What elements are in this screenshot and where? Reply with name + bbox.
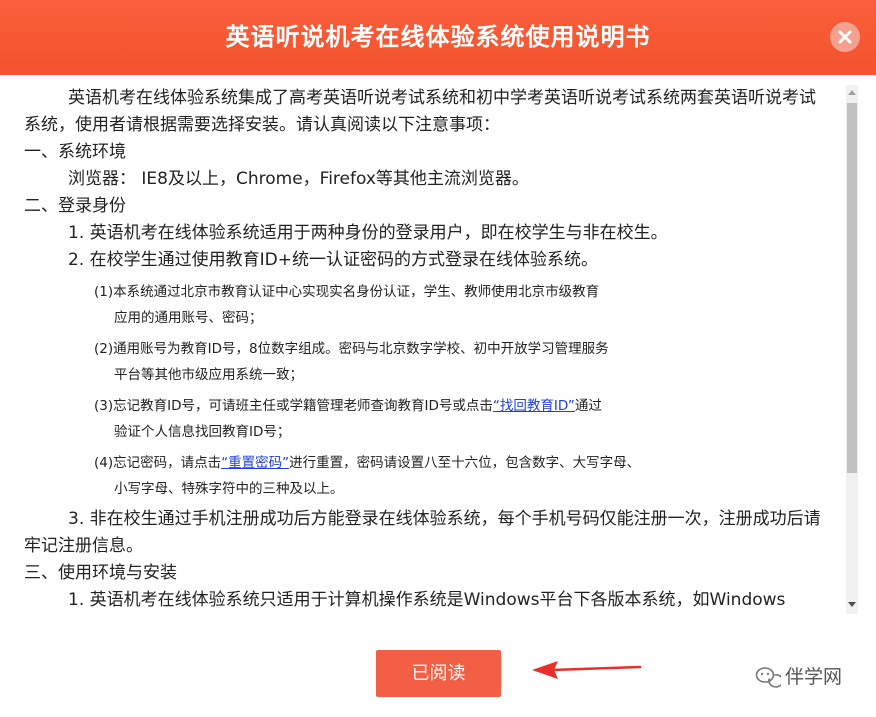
- sub-item-3-post: 通过: [574, 398, 602, 414]
- find-education-id-link[interactable]: “找回教育ID”: [493, 398, 575, 414]
- left-arrow-annotation-icon: [532, 661, 642, 679]
- sub-item-1-line2: 应用的通用账号、密码；: [114, 310, 263, 326]
- wechat-icon: [755, 667, 781, 688]
- sub-item-3-line2: 验证个人信息找回教育ID号；: [114, 424, 291, 440]
- sub-item-2-line1: (2)通用账号为教育ID号，8位数字组成。密码与北京数字学校、初中开放学习管理服…: [94, 341, 609, 357]
- read-confirm-button[interactable]: 已阅读: [376, 650, 501, 697]
- sub-item-3: (3)忘记教育ID号，可请班主任或学籍管理老师查询教育ID号或点击“找回教育ID…: [24, 388, 829, 445]
- sub-item-4-pre: (4)忘记密码，请点击: [94, 455, 222, 471]
- sub-item-1: (1)本系统通过北京市教育认证中心实现实名身份认证，学生、教师使用北京市级教育 …: [24, 274, 829, 331]
- sub-item-4: (4)忘记密码，请点击“重置密码”进行重置，密码请设置八至十六位，包含数字、大写…: [24, 445, 829, 502]
- watermark-text: 伴学网: [785, 666, 843, 688]
- login-item-3: 3. 非在校生通过手机注册成功后方能登录在线体验系统，每个手机号码仅能注册一次，…: [24, 509, 821, 556]
- scrollbar-thumb[interactable]: [847, 103, 857, 473]
- section-heading-install: 三、使用环境与安装: [24, 563, 177, 583]
- close-button[interactable]: [830, 22, 860, 52]
- sub-item-2: (2)通用账号为教育ID号，8位数字组成。密码与北京数字学校、初中开放学习管理服…: [24, 331, 829, 388]
- login-item-2: 2. 在校学生通过使用教育ID+统一认证密码的方式登录在线体验系统。: [68, 250, 598, 270]
- login-item-1: 1. 英语机考在线体验系统适用于两种身份的登录用户，即在校学生与非在校生。: [68, 223, 668, 243]
- install-item-1: 1. 英语机考在线体验系统只适用于计算机操作系统是Windows平台下各版本系统…: [68, 590, 786, 610]
- sub-item-4-post: 进行重置，密码请设置八至十六位，包含数字、大写字母、: [289, 455, 641, 471]
- sub-item-1-line1: (1)本系统通过北京市教育认证中心实现实名身份认证，学生、教师使用北京市级教育: [94, 284, 600, 300]
- dialog-header: 英语听说机考在线体验系统使用说明书: [0, 0, 876, 75]
- intro-paragraph: 英语机考在线体验系统集成了高考英语听说考试系统和初中学考英语听说考试系统两套英语…: [24, 88, 816, 135]
- instructions-text[interactable]: 英语机考在线体验系统集成了高考英语听说考试系统和初中学考英语听说考试系统两套英语…: [24, 85, 829, 614]
- sub-item-4-line2: 小写字母、特殊字符中的三种及以上。: [114, 481, 344, 497]
- close-icon: [838, 30, 852, 44]
- content-panel: 英语机考在线体验系统集成了高考英语听说考试系统和初中学考英语听说考试系统两套英语…: [10, 85, 858, 614]
- sub-item-2-line2: 平台等其他市级应用系统一致；: [114, 367, 303, 383]
- browser-requirement: 浏览器： IE8及以上，Chrome，Firefox等其他主流浏览器。: [68, 169, 529, 189]
- dialog-title: 英语听说机考在线体验系统使用说明书: [225, 23, 651, 51]
- vertical-scrollbar[interactable]: [846, 85, 858, 614]
- scroll-down-arrow-icon[interactable]: [846, 598, 858, 610]
- reset-password-link[interactable]: “重置密码”: [221, 455, 289, 471]
- section-heading-login: 二、登录身份: [24, 196, 126, 216]
- section-heading-environment: 一、系统环境: [24, 142, 126, 162]
- scroll-up-arrow-icon[interactable]: [846, 87, 858, 99]
- sub-item-3-pre: (3)忘记教育ID号，可请班主任或学籍管理老师查询教育ID号或点击: [94, 398, 493, 414]
